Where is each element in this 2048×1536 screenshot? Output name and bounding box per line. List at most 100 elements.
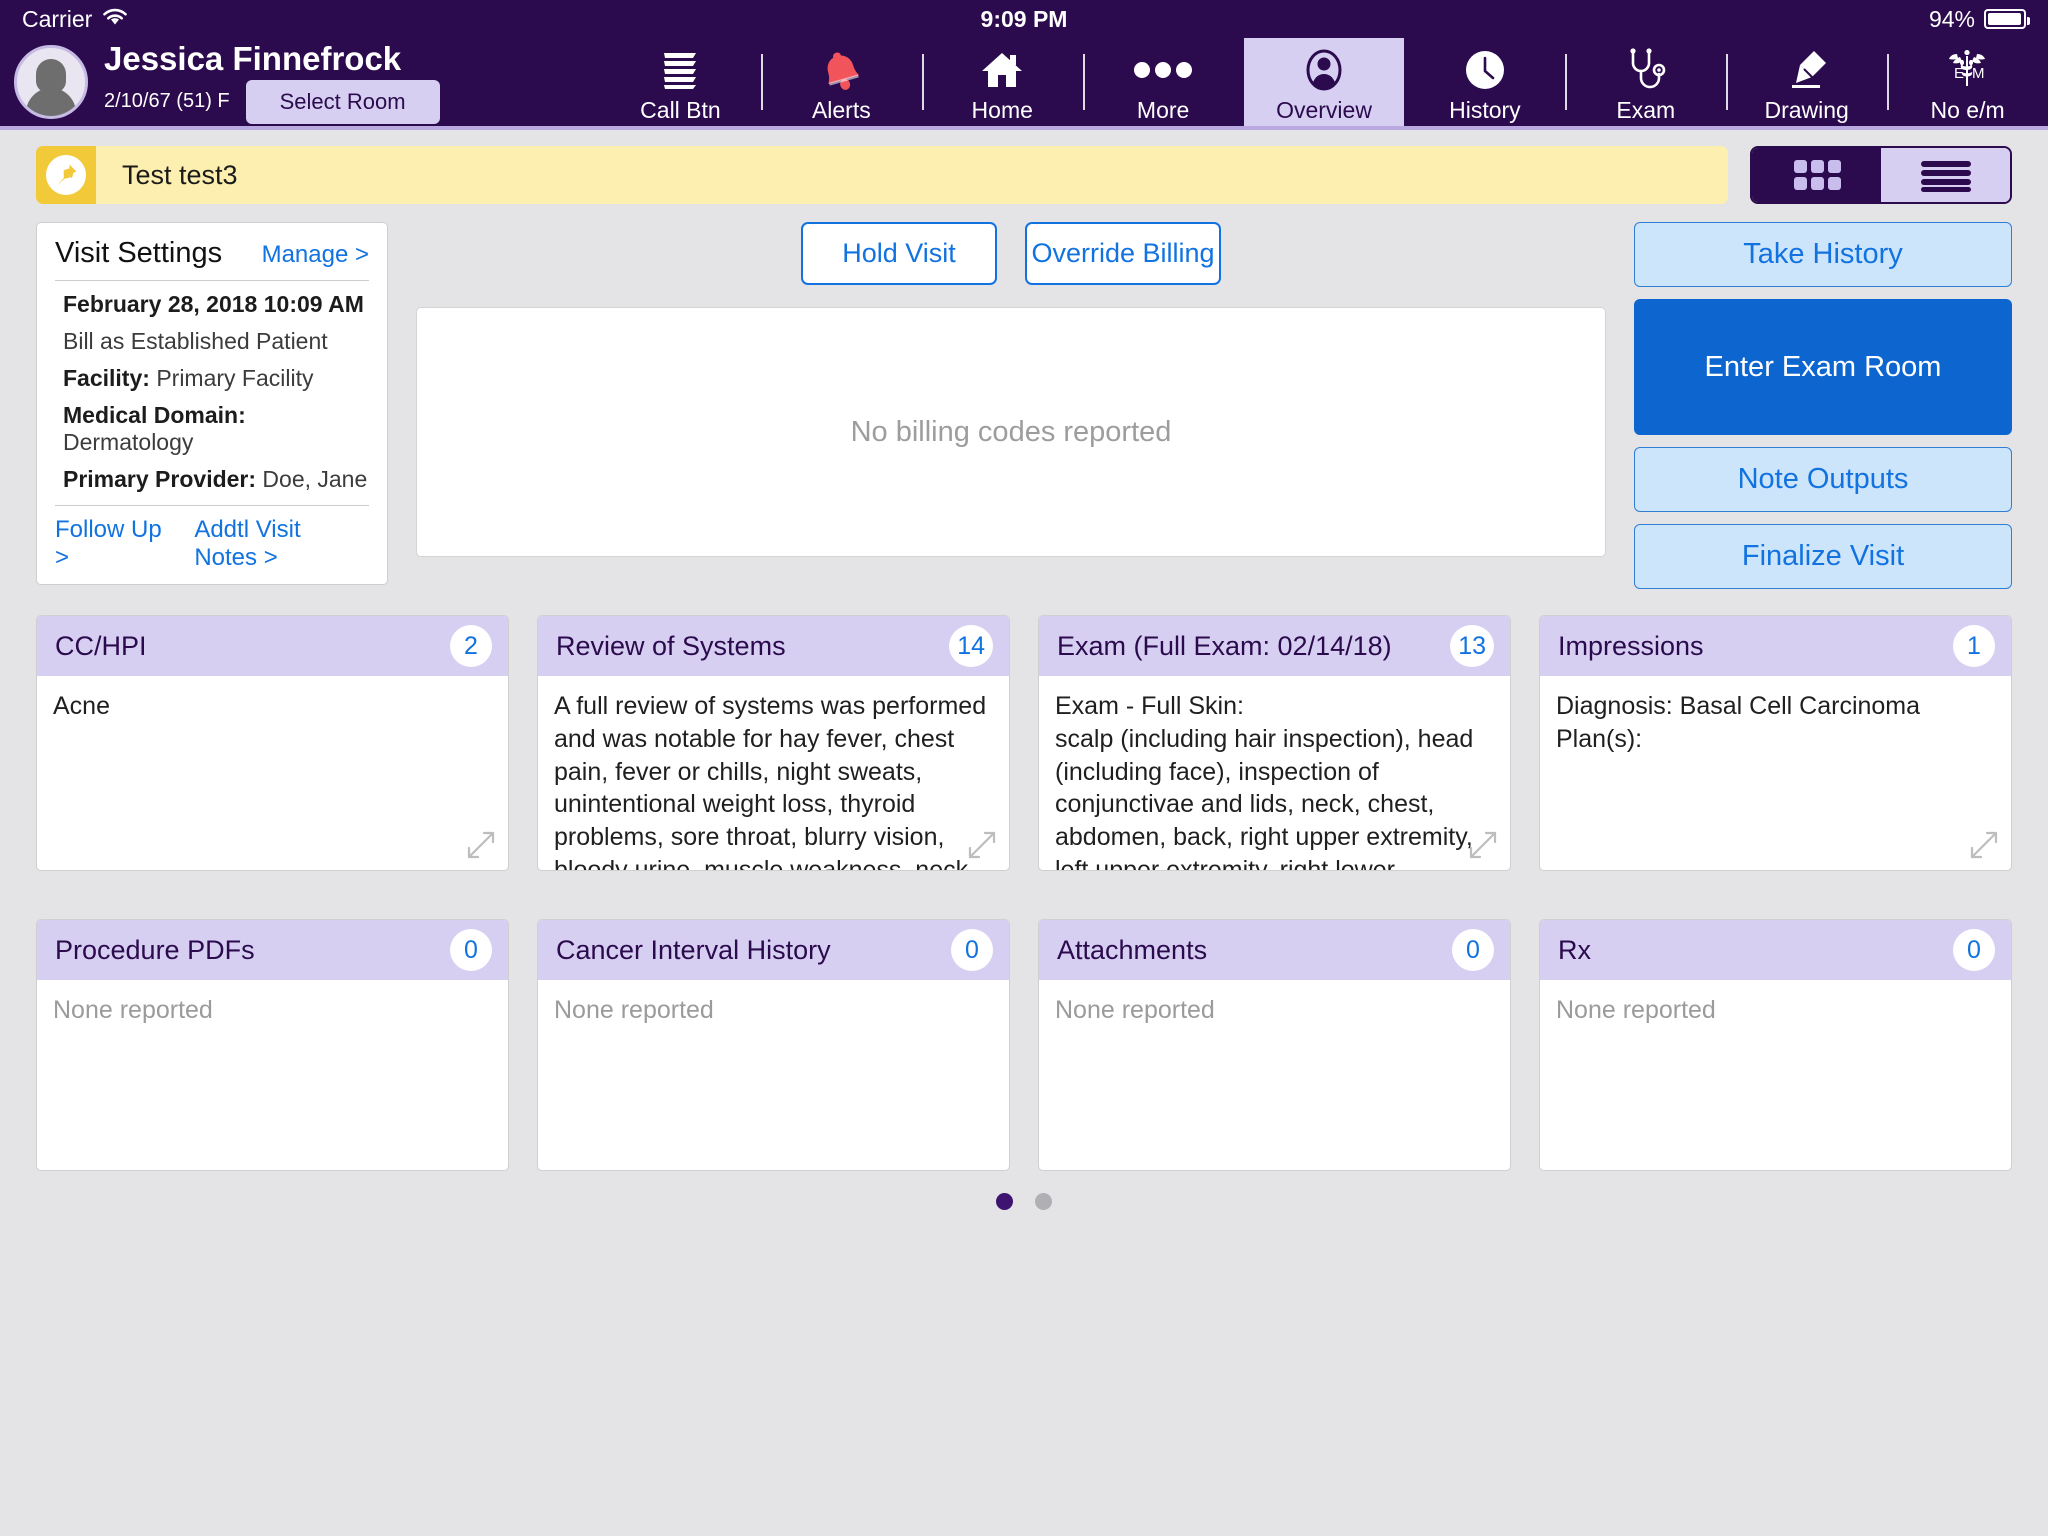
patient-dob-age-sex: 2/10/67 (51) F [104, 90, 230, 113]
nav-label: History [1449, 99, 1521, 122]
override-billing-button[interactable]: Override Billing [1025, 222, 1221, 285]
card-rx[interactable]: Rx 0 None reported [1539, 919, 2012, 1171]
bell-icon [820, 47, 862, 93]
card-header: Rx 0 [1540, 920, 2011, 980]
grid-view-button[interactable] [1752, 148, 1881, 202]
nav-item-home[interactable]: Home [922, 38, 1083, 126]
patient-header: Jessica Finnefrock 2/10/67 (51) F Select… [0, 38, 600, 126]
nav-label: Overview [1276, 99, 1372, 122]
expand-icon[interactable] [1468, 830, 1498, 860]
nav-item-drawing[interactable]: Drawing [1726, 38, 1887, 126]
page-indicator [36, 1171, 2012, 1210]
card-body: None reported [538, 980, 1009, 1170]
page-content: Test test3 [0, 130, 2048, 1210]
list-view-icon [1917, 156, 1975, 194]
card-header: CC/HPI 2 [37, 616, 508, 676]
visit-medical-domain-label: Medical Domain: [63, 402, 246, 428]
card-count-badge: 0 [450, 929, 492, 971]
card-cancer-interval-history[interactable]: Cancer Interval History 0 None reported [537, 919, 1010, 1171]
nav-item-overview[interactable]: Overview [1244, 38, 1405, 126]
page-dot-2[interactable] [1035, 1193, 1052, 1210]
card-text: None reported [53, 994, 492, 1027]
visit-medical-domain: Medical Domain: Dermatology [55, 392, 369, 456]
svg-text:E: E [1954, 65, 1964, 82]
avatar [14, 45, 88, 119]
nav-item-no-em[interactable]: E M No e/m [1887, 38, 2048, 126]
card-text: None reported [554, 994, 993, 1027]
expand-icon[interactable] [1969, 830, 1999, 860]
card-title: Cancer Interval History [556, 935, 831, 966]
card-header: Cancer Interval History 0 [538, 920, 1009, 980]
grid-view-icon [1790, 156, 1844, 194]
card-body: A full review of systems was performed a… [538, 676, 1009, 870]
center-column: Hold Visit Override Billing No billing c… [416, 222, 1606, 557]
visit-primary-provider-value: Doe, Jane [262, 466, 367, 492]
nav-item-alerts[interactable]: Alerts [761, 38, 922, 126]
nav-label: Alerts [812, 99, 871, 122]
card-procedure-pdfs[interactable]: Procedure PDFs 0 None reported [36, 919, 509, 1171]
visit-datetime: February 28, 2018 10:09 AM [55, 281, 369, 318]
call-button-icon [658, 47, 702, 93]
manage-link[interactable]: Manage > [262, 241, 369, 269]
expand-icon[interactable] [466, 830, 496, 860]
visit-settings-title: Visit Settings [55, 237, 222, 270]
visit-facility: Facility: Primary Facility [55, 355, 369, 392]
status-bar: Carrier 9:09 PM 94% [0, 0, 2048, 38]
visit-settings-header: Visit Settings Manage > [55, 237, 369, 281]
hold-visit-button[interactable]: Hold Visit [801, 222, 997, 285]
pin-box [36, 146, 96, 204]
card-header: Review of Systems 14 [538, 616, 1009, 676]
card-count-badge: 0 [951, 929, 993, 971]
card-body: None reported [1540, 980, 2011, 1170]
clock-icon [1463, 47, 1507, 93]
billing-empty-text: No billing codes reported [851, 416, 1172, 449]
banner-row: Test test3 [36, 130, 2012, 204]
pinned-note-banner[interactable]: Test test3 [36, 146, 1728, 204]
card-header: Exam (Full Exam: 02/14/18) 13 [1039, 616, 1510, 676]
status-time: 9:09 PM [0, 6, 2048, 33]
nav-item-exam[interactable]: Exam [1565, 38, 1726, 126]
stethoscope-icon [1623, 47, 1669, 93]
status-right: 94% [1929, 6, 2026, 33]
card-title: Attachments [1057, 935, 1207, 966]
nav-item-call-btn[interactable]: Call Btn [600, 38, 761, 126]
nav-item-more[interactable]: More [1083, 38, 1244, 126]
card-body: Exam - Full Skin: scalp (including hair … [1039, 676, 1510, 870]
visit-medical-domain-value: Dermatology [63, 429, 193, 455]
card-title: Exam (Full Exam: 02/14/18) [1057, 631, 1392, 662]
card-count-badge: 0 [1452, 929, 1494, 971]
cards-row-2: Procedure PDFs 0 None reported Cancer In… [36, 871, 2012, 1171]
nav-item-history[interactable]: History [1404, 38, 1565, 126]
mid-region: Visit Settings Manage > February 28, 201… [36, 204, 2012, 589]
enter-exam-room-button[interactable]: Enter Exam Room [1634, 299, 2012, 435]
nav-label: More [1137, 99, 1189, 122]
take-history-button[interactable]: Take History [1634, 222, 2012, 287]
action-buttons-column: Take History Enter Exam Room Note Output… [1634, 222, 2012, 589]
card-text: Diagnosis: Basal Cell Carcinoma Plan(s): [1556, 690, 1995, 756]
page-dot-1[interactable] [996, 1193, 1013, 1210]
follow-up-link[interactable]: Follow Up > [55, 516, 168, 572]
select-room-button[interactable]: Select Room [246, 80, 440, 124]
card-attachments[interactable]: Attachments 0 None reported [1038, 919, 1511, 1171]
cards-row-1: CC/HPI 2 Acne Review of Systems 14 A ful… [36, 589, 2012, 871]
card-header: Attachments 0 [1039, 920, 1510, 980]
card-cc-hpi[interactable]: CC/HPI 2 Acne [36, 615, 509, 871]
card-review-of-systems[interactable]: Review of Systems 14 A full review of sy… [537, 615, 1010, 871]
nav-label: Home [972, 99, 1033, 122]
nav-label: Drawing [1764, 99, 1848, 122]
expand-icon[interactable] [967, 830, 997, 860]
visit-primary-provider-label: Primary Provider: [63, 466, 256, 492]
battery-icon [1984, 9, 2026, 29]
battery-percent-label: 94% [1929, 6, 1975, 33]
finalize-visit-button[interactable]: Finalize Visit [1634, 524, 2012, 589]
card-impressions[interactable]: Impressions 1 Diagnosis: Basal Cell Carc… [1539, 615, 2012, 871]
card-exam[interactable]: Exam (Full Exam: 02/14/18) 13 Exam - Ful… [1038, 615, 1511, 871]
note-outputs-button[interactable]: Note Outputs [1634, 447, 2012, 512]
visit-settings-links: Follow Up > Addtl Visit Notes > [55, 506, 369, 572]
svg-text:M: M [1972, 65, 1985, 82]
ellipsis-icon [1133, 47, 1193, 93]
addtl-visit-notes-link[interactable]: Addtl Visit Notes > [194, 516, 369, 572]
card-text: None reported [1055, 994, 1494, 1027]
list-view-button[interactable] [1881, 148, 2010, 202]
visit-settings-card: Visit Settings Manage > February 28, 201… [36, 222, 388, 585]
